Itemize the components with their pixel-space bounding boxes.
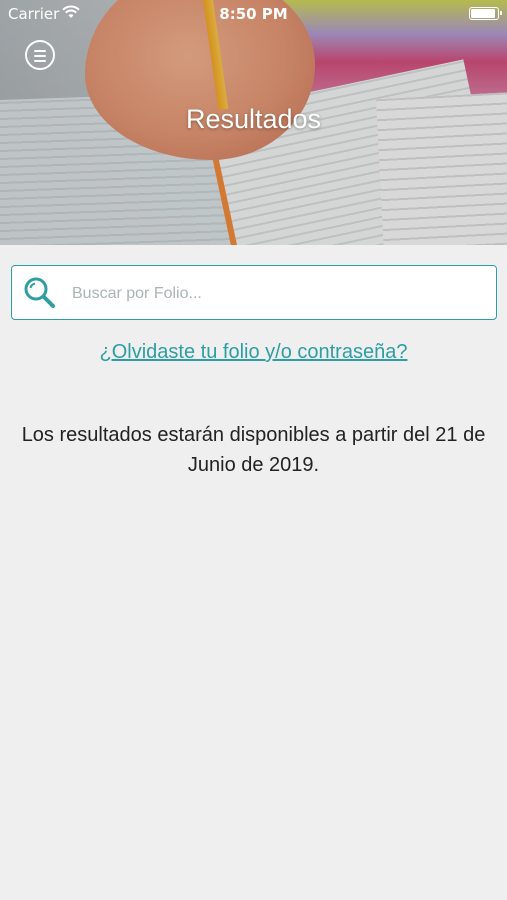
clock: 8:50 PM [219,5,288,23]
menu-icon-line [34,60,46,62]
status-bar: Carrier 8:50 PM [0,0,507,28]
menu-button[interactable] [25,40,55,70]
menu-icon-line [34,50,46,52]
forgot-credentials-link[interactable]: ¿Olvidaste tu folio y/o contraseña? [0,341,507,364]
search-input[interactable] [70,280,484,308]
search-icon[interactable] [22,276,56,310]
battery-icon [469,7,502,20]
availability-message: Los resultados estarán disponibles a par… [21,424,486,476]
menu-icon-line [34,55,46,57]
search-box[interactable] [11,265,497,320]
page-title: Resultados [185,104,322,134]
